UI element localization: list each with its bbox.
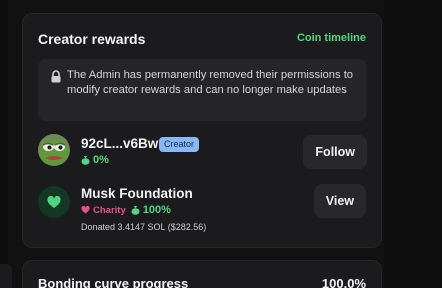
charity-badge: Charity [81,205,126,216]
bonding-curve-value: 100.0% [321,276,366,288]
left-panel-card-edge [0,264,12,288]
donated-amount: Donated 3.4147 SOL ($282.56) [81,222,207,232]
creator-badge: Creator [159,137,200,152]
creator-avatar[interactable] [38,134,70,166]
coin-timeline-link[interactable]: Coin timeline [297,32,366,44]
charity-name[interactable]: Musk Foundation [81,186,193,201]
right-panel-edge [384,0,442,288]
small-heart-icon [81,206,90,214]
charity-share-value: 100% [142,204,171,216]
permissions-notice: The Admin has permanently removed their … [38,59,367,121]
creator-row: 92cL...v6Bw Creator 0% Follow [38,134,367,174]
money-bag-icon [131,206,140,215]
charity-badge-label: Charity [93,204,126,216]
charity-info: Charity 100% [81,204,171,216]
charity-share: 100% [131,204,171,216]
left-panel-edge [0,0,8,288]
pepe-avatar-icon [38,134,70,166]
follow-button[interactable]: Follow [303,135,367,169]
creator-share: 0% [81,154,109,166]
heart-icon [47,195,61,208]
money-bag-icon [81,156,90,165]
view-button[interactable]: View [313,184,366,218]
charity-avatar[interactable] [38,186,70,218]
creator-rewards-card: Creator rewards Coin timeline The Admin … [22,13,382,248]
permissions-notice-text: The Admin has permanently removed their … [67,69,354,96]
creator-share-value: 0% [93,154,109,166]
creator-rewards-title: Creator rewards [38,31,146,47]
bonding-curve-card: Bonding curve progress 100.0% [22,260,382,288]
lock-icon [51,70,61,83]
creator-name[interactable]: 92cL...v6Bw [81,136,158,151]
bonding-curve-title: Bonding curve progress [38,276,189,288]
